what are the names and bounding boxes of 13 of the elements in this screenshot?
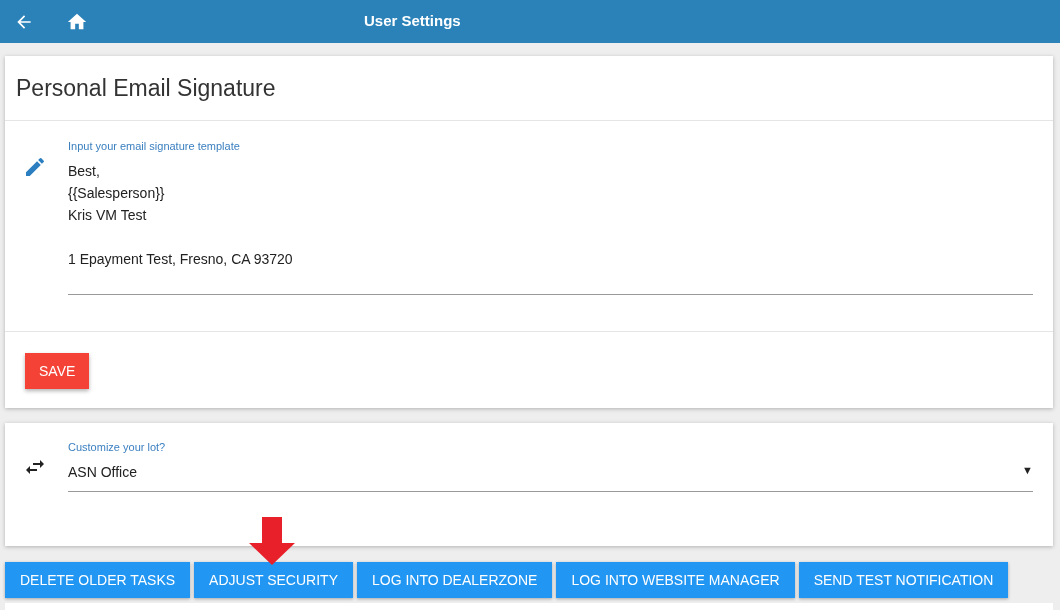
pencil-icon xyxy=(23,155,47,179)
signature-field[interactable]: Best, {{Salesperson}} Kris VM Test 1 Epayment Test, Fresno, CA 93720 xyxy=(68,152,1033,295)
action-button[interactable]: LOG INTO WEBSITE MANAGER xyxy=(556,562,795,598)
card-title: Personal Email Signature xyxy=(5,56,1053,121)
action-button[interactable]: LOG INTO DEALERZONE xyxy=(356,562,553,598)
field-label: Input your email signature template xyxy=(68,140,240,152)
action-button[interactable]: DELETE OLDER TASKS xyxy=(5,562,191,598)
action-button[interactable]: ADJUST SECURITY xyxy=(194,562,353,598)
field-label: Customize your lot? xyxy=(68,441,166,453)
save-button[interactable]: SAVE xyxy=(25,353,90,389)
lot-dropdown[interactable]: ASN Office ▼ xyxy=(68,453,1033,492)
action-button[interactable]: SEND TEST NOTIFICATION xyxy=(798,562,1009,598)
page-title: User Settings xyxy=(364,12,461,29)
